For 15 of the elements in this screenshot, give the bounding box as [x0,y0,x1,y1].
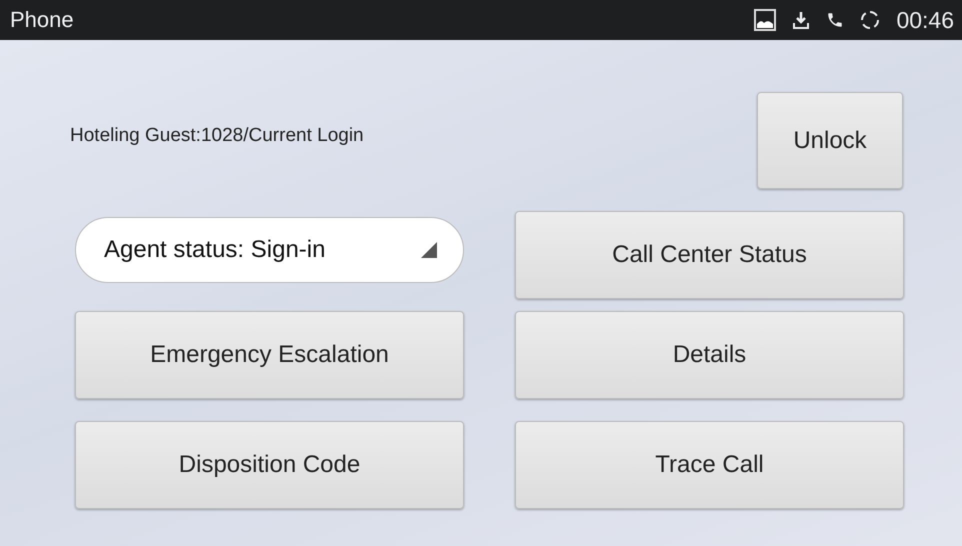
loading-icon [860,10,880,30]
dropdown-corner-icon [421,242,437,258]
action-button[interactable]: Call Center Status [515,211,904,299]
agent-status-dropdown[interactable]: Agent status: Sign-in [75,217,464,283]
action-button[interactable]: Disposition Code [75,421,464,509]
unlock-button[interactable]: Unlock [757,92,903,189]
clock-time: 00:46 [896,6,954,34]
action-button[interactable]: Details [515,311,904,399]
login-label: Hoteling Guest:1028/Current Login [70,124,365,146]
app-title: Phone [10,7,74,33]
action-button[interactable]: Trace Call [515,421,904,509]
phone-icon [826,11,844,29]
download-icon [792,10,810,30]
picture-icon [754,9,776,31]
action-button[interactable]: Emergency Escalation [75,311,464,399]
